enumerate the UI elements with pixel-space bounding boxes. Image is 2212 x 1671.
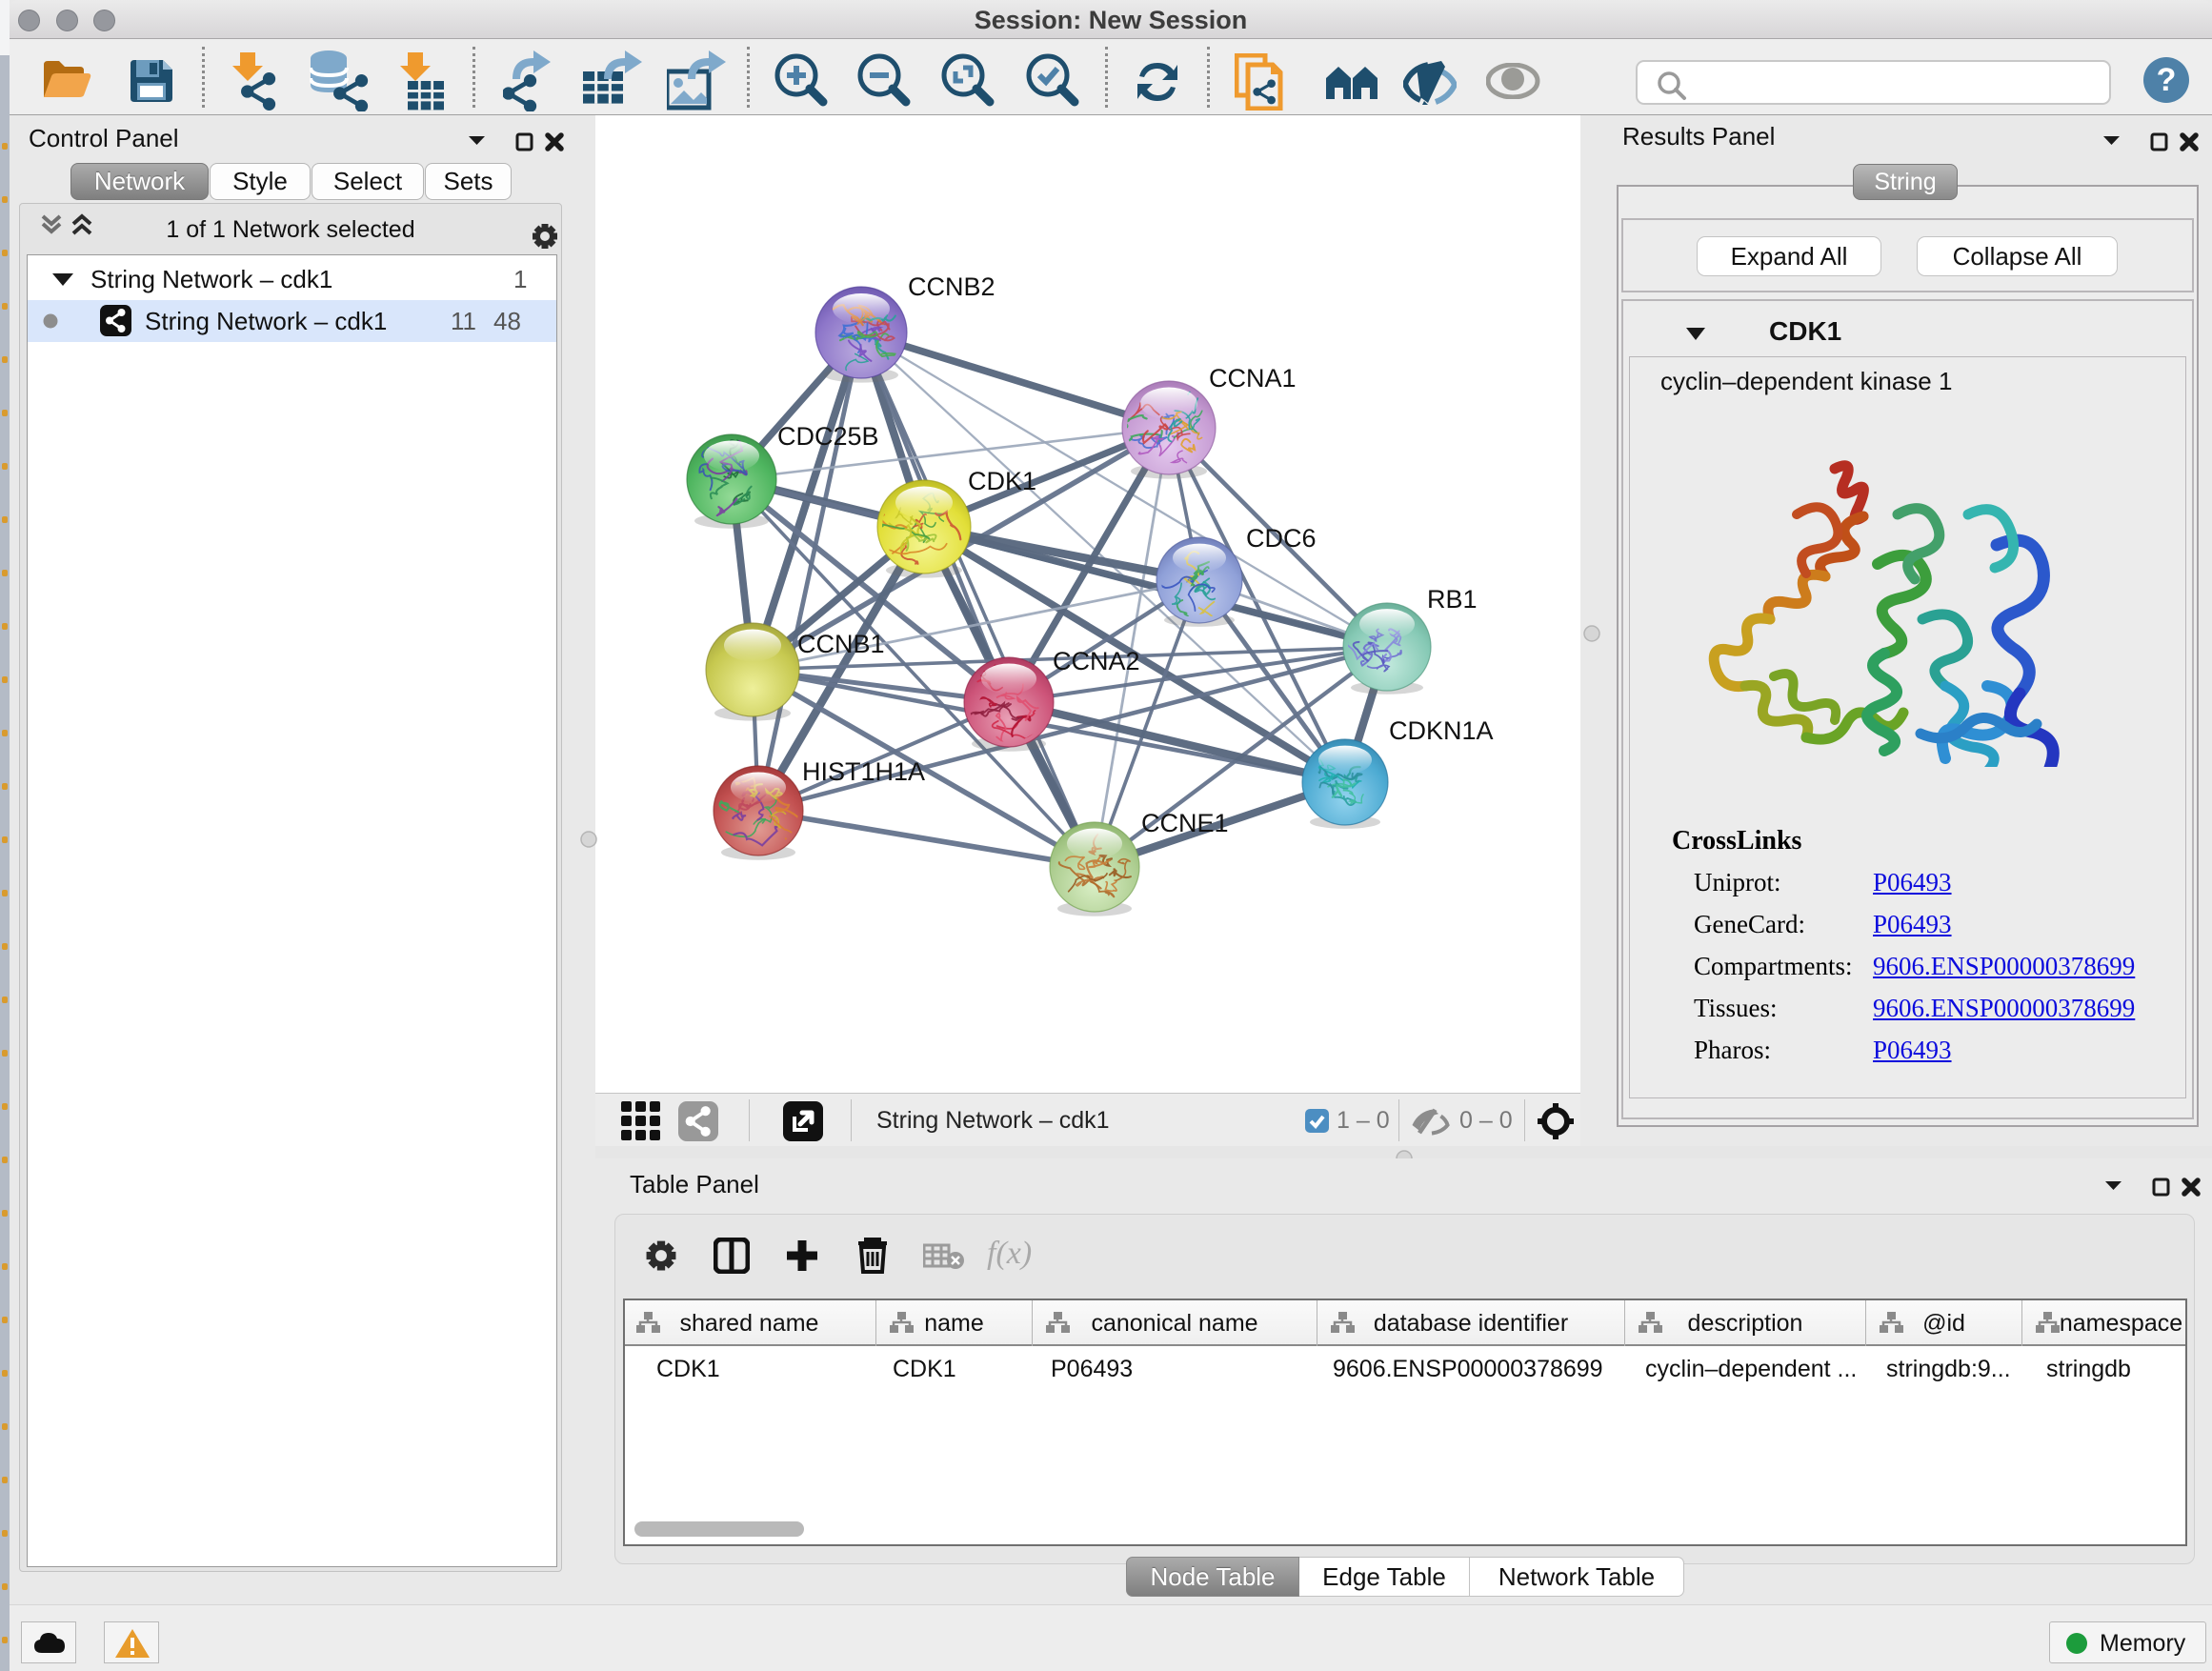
svg-text:CDC6: CDC6 xyxy=(1246,524,1317,553)
svg-text:CCNA2: CCNA2 xyxy=(1053,647,1140,675)
svg-text:?: ? xyxy=(2157,62,2177,98)
svg-text:CCNA1: CCNA1 xyxy=(1209,364,1297,393)
svg-text:CDK1: CDK1 xyxy=(968,467,1036,495)
svg-text:RB1: RB1 xyxy=(1427,585,1478,614)
svg-text:CCNE1: CCNE1 xyxy=(1141,809,1229,837)
svg-text:CCNB2: CCNB2 xyxy=(908,272,995,301)
svg-text:CDC25B: CDC25B xyxy=(777,422,879,451)
svg-text:CCNB1: CCNB1 xyxy=(797,630,885,658)
svg-text:CDKN1A: CDKN1A xyxy=(1389,716,1494,745)
svg-text:HIST1H1A: HIST1H1A xyxy=(802,757,925,786)
